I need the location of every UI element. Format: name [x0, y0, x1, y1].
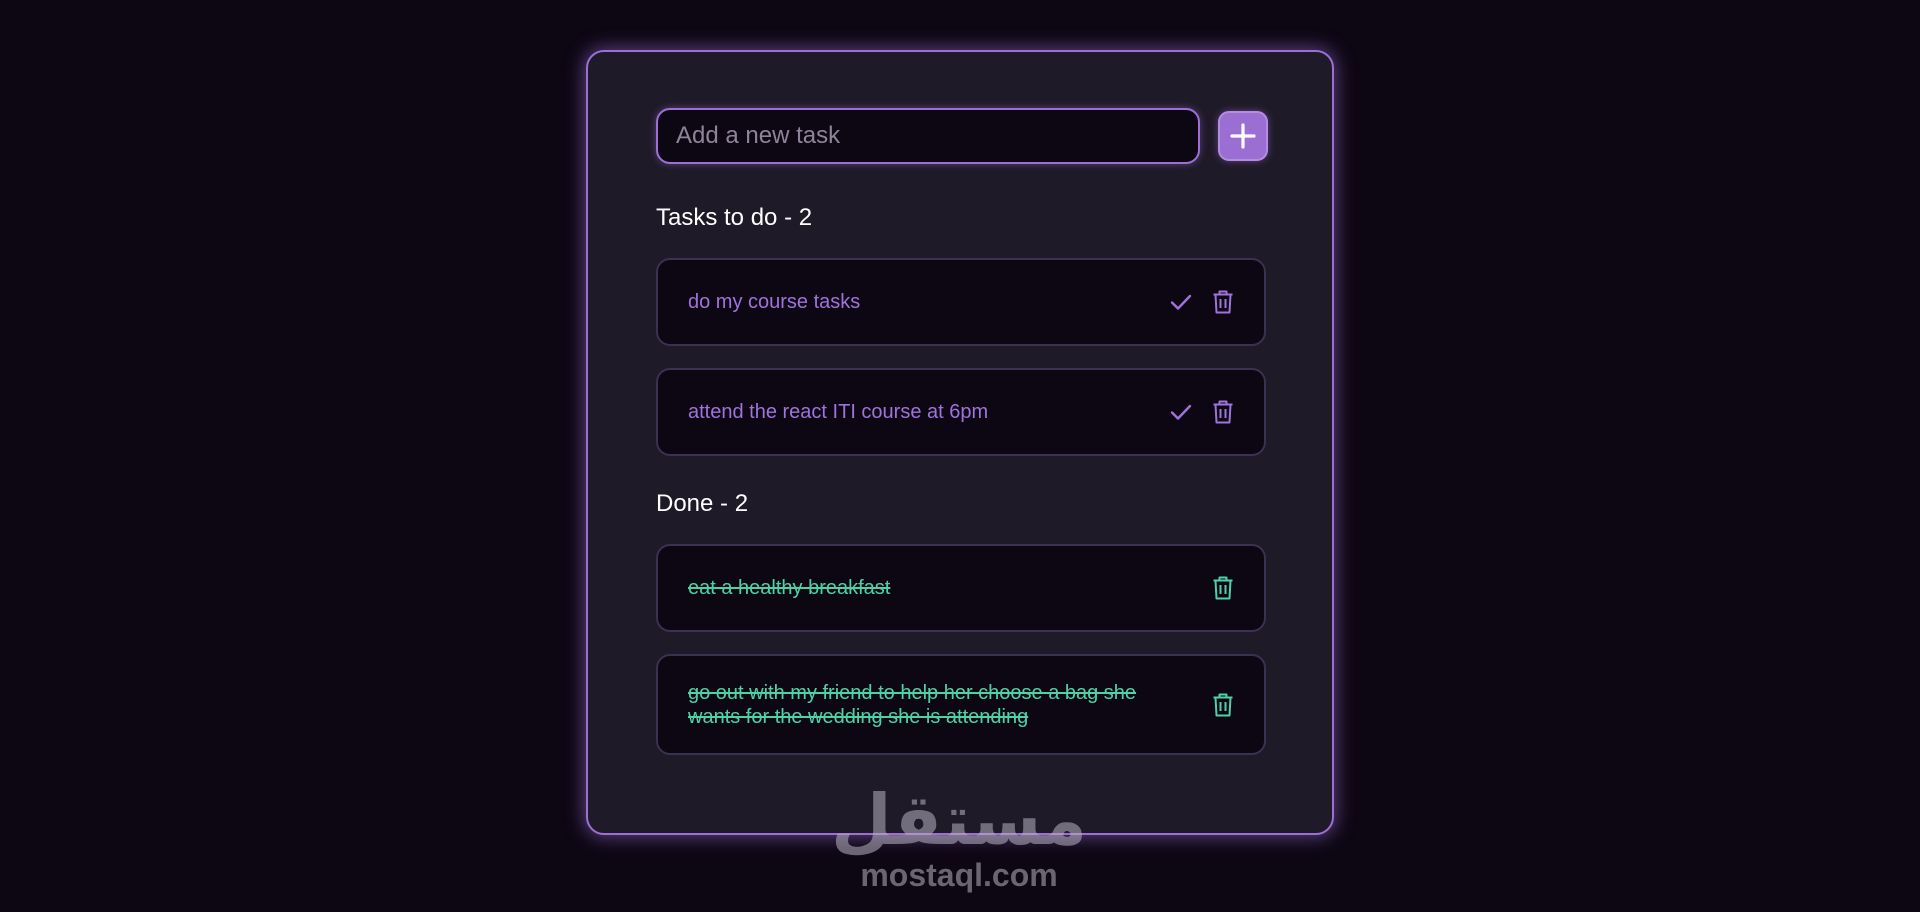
trash-icon: [1213, 576, 1233, 600]
trash-icon: [1213, 693, 1233, 716]
complete-task-button[interactable]: [1166, 287, 1196, 317]
watermark: مستقل mostaql.com: [830, 782, 1088, 892]
delete-task-button[interactable]: [1208, 287, 1238, 317]
check-icon: [1170, 294, 1192, 310]
todo-task-item: do my course tasks: [656, 258, 1266, 346]
complete-task-button[interactable]: [1166, 397, 1196, 427]
add-task-button[interactable]: [1218, 111, 1268, 161]
plus-icon: [1230, 123, 1256, 149]
trash-icon: [1213, 290, 1233, 314]
delete-task-button[interactable]: [1208, 690, 1238, 720]
new-task-form: [656, 108, 1270, 164]
trash-icon: [1213, 400, 1233, 424]
done-section-title: Done - 2: [656, 490, 749, 517]
page: Tasks to do - 2 do my course tasks atten…: [0, 0, 1920, 912]
check-icon: [1170, 404, 1192, 420]
new-task-input[interactable]: [656, 108, 1200, 164]
delete-task-button[interactable]: [1208, 573, 1238, 603]
task-text: go out with my friend to help her choose…: [688, 681, 1137, 728]
task-text: attend the react ITI course at 6pm: [688, 401, 989, 423]
todo-task-item: attend the react ITI course at 6pm: [656, 368, 1266, 456]
done-task-item: eat a healthy breakfast: [656, 544, 1266, 632]
todo-card: Tasks to do - 2 do my course tasks atten…: [586, 50, 1334, 835]
watermark-logo: مستقل: [830, 779, 1087, 861]
done-task-item: go out with my friend to help her choose…: [656, 654, 1266, 755]
watermark-text: mostaql.com: [860, 857, 1058, 893]
task-text: do my course tasks: [688, 291, 861, 313]
task-text: eat a healthy breakfast: [688, 577, 891, 599]
delete-task-button[interactable]: [1208, 397, 1238, 427]
todo-section-title: Tasks to do - 2: [656, 204, 813, 231]
